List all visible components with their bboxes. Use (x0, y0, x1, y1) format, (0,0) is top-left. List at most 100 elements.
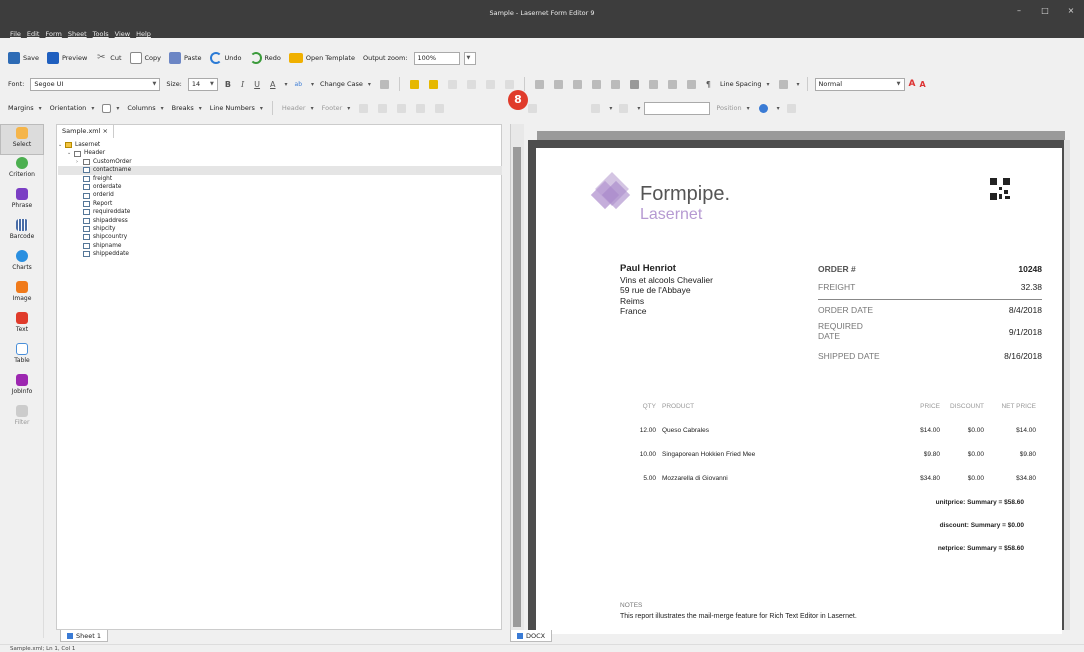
align-center-icon[interactable] (648, 79, 658, 89)
tab-docx[interactable]: DOCX (510, 630, 553, 642)
menu-tools[interactable]: Tools (93, 30, 109, 38)
tree-node[interactable]: ⌄ Header (58, 149, 502, 157)
insert-table-icon[interactable] (466, 79, 476, 89)
footer-button[interactable]: Footer ▾ (320, 103, 353, 113)
align-right-icon[interactable] (667, 79, 677, 89)
italic-button[interactable]: I (238, 80, 247, 89)
save-button[interactable]: Save (6, 51, 41, 65)
clear-format-icon[interactable] (379, 79, 389, 89)
comment-dropdown[interactable]: ▾ (637, 105, 640, 112)
header-center-icon[interactable] (378, 103, 388, 113)
comment-icon[interactable] (619, 103, 629, 113)
underline-button[interactable]: U (251, 80, 263, 89)
menu-file[interactable]: File (10, 30, 21, 38)
horizontal-ruler[interactable] (537, 131, 1065, 140)
chevron-icon[interactable]: ⌄ (58, 141, 65, 149)
change-case-button[interactable]: Change Case ▾ (318, 79, 373, 89)
highlight-button[interactable]: ab (292, 81, 306, 88)
tree-node[interactable]: shippeddate (58, 250, 502, 258)
breaks-button[interactable]: Breaks ▾ (170, 103, 204, 113)
redo-button[interactable]: Redo (248, 51, 283, 65)
tree-node[interactable]: › CustomOrder (58, 158, 502, 166)
frame-icon[interactable] (786, 103, 796, 113)
grow-font-button[interactable]: A (909, 79, 916, 89)
decrease-indent-icon[interactable] (591, 79, 601, 89)
tree-node[interactable]: contactname (58, 166, 502, 175)
chevron-icon[interactable]: › (76, 158, 83, 166)
shrink-font-button[interactable]: A (920, 80, 926, 89)
output-zoom-input[interactable]: 100% (413, 51, 460, 65)
tab-sheet-1[interactable]: Sheet 1 (60, 630, 108, 642)
tree-node[interactable]: Report (58, 200, 502, 208)
tool-text[interactable]: Text (0, 310, 44, 341)
tool-barcode[interactable]: Barcode (0, 217, 44, 248)
gear-icon[interactable] (758, 103, 768, 113)
preview-button[interactable]: Preview (45, 51, 89, 65)
merge-field-icon[interactable] (428, 79, 438, 89)
tree-node[interactable]: orderdate (58, 183, 502, 191)
bullets-icon[interactable] (534, 79, 544, 89)
font-color-button[interactable]: A (267, 80, 278, 89)
page-number-icon[interactable] (416, 103, 426, 113)
align-left-icon[interactable] (629, 79, 639, 89)
highlight-dropdown[interactable]: ▾ (311, 81, 314, 88)
tree-node[interactable]: orderid (58, 191, 502, 199)
minimize-button[interactable]: – (1006, 6, 1032, 15)
tab-sample-xml[interactable]: Sample.xml × (56, 124, 114, 138)
tool-table[interactable]: Table (0, 341, 44, 372)
tree-node[interactable]: ⌄ Lasernet (58, 141, 502, 149)
tree-node[interactable]: shipname (58, 242, 502, 250)
insert-object-icon[interactable] (504, 79, 514, 89)
font-select[interactable]: Segoe UI ▼ (30, 77, 161, 91)
header-left-icon[interactable] (359, 103, 369, 113)
menu-form[interactable]: Form (45, 30, 61, 38)
font-color-dropdown[interactable]: ▾ (285, 81, 288, 88)
page-size-button[interactable]: ▾ (100, 103, 121, 114)
copy-button[interactable]: Copy (128, 51, 164, 65)
insert-image-icon[interactable] (485, 79, 495, 89)
menu-view[interactable]: View (115, 30, 130, 38)
header-button[interactable]: Header ▾ (280, 103, 316, 113)
header-right-icon[interactable] (397, 103, 407, 113)
bookmark-icon[interactable] (591, 103, 601, 113)
tool-filter[interactable]: Filter (0, 403, 44, 434)
chevron-icon[interactable]: ⌄ (67, 149, 74, 157)
undo-button[interactable]: Undo (208, 51, 244, 65)
numbering-icon[interactable] (553, 79, 563, 89)
margins-button[interactable]: Margins ▾ (6, 103, 44, 113)
settings-dropdown[interactable]: ▾ (777, 105, 780, 112)
columns-button[interactable]: Columns ▾ (125, 103, 165, 113)
tool-image[interactable]: Image (0, 279, 44, 310)
shading-dropdown[interactable]: ▾ (797, 81, 800, 88)
position-button[interactable]: Position ▾ (714, 103, 751, 113)
cut-button[interactable]: ✂ Cut (93, 51, 123, 65)
tree-node[interactable]: shipaddress (58, 217, 502, 225)
maximize-button[interactable]: □ (1032, 6, 1058, 15)
link-icon[interactable] (528, 103, 538, 113)
increase-indent-icon[interactable] (610, 79, 620, 89)
line-spacing-button[interactable]: Line Spacing ▾ (718, 79, 772, 89)
style-select[interactable]: Normal ▼ (814, 77, 905, 91)
output-zoom-dropdown[interactable]: ▼ (463, 51, 476, 65)
tool-criterion[interactable]: Criterion (0, 155, 44, 186)
close-icon[interactable]: × (103, 127, 108, 135)
paste-button[interactable]: Paste (167, 51, 204, 65)
tool-charts[interactable]: Charts (0, 248, 44, 279)
field-icon[interactable] (409, 79, 419, 89)
tree-node[interactable]: freight (58, 175, 502, 183)
shading-icon[interactable] (778, 79, 788, 89)
multilevel-list-icon[interactable] (572, 79, 582, 89)
line-numbers-button[interactable]: Line Numbers ▾ (208, 103, 265, 113)
tree-node[interactable]: shipcountry (58, 233, 502, 241)
tree-node[interactable]: shipcity (58, 225, 502, 233)
orientation-button[interactable]: Orientation ▾ (48, 103, 97, 113)
menu-edit[interactable]: Edit (27, 30, 40, 38)
bold-button[interactable]: B (222, 80, 234, 89)
close-button[interactable]: × (1058, 6, 1084, 15)
tree-node[interactable]: requireddate (58, 208, 502, 216)
show-formatting-button[interactable]: ¶ (703, 80, 714, 89)
page-count-icon[interactable] (435, 103, 445, 113)
tool-select[interactable]: Select (0, 124, 44, 155)
size-select[interactable]: 14 ▼ (187, 77, 218, 91)
insert-symbol-icon[interactable] (447, 79, 457, 89)
